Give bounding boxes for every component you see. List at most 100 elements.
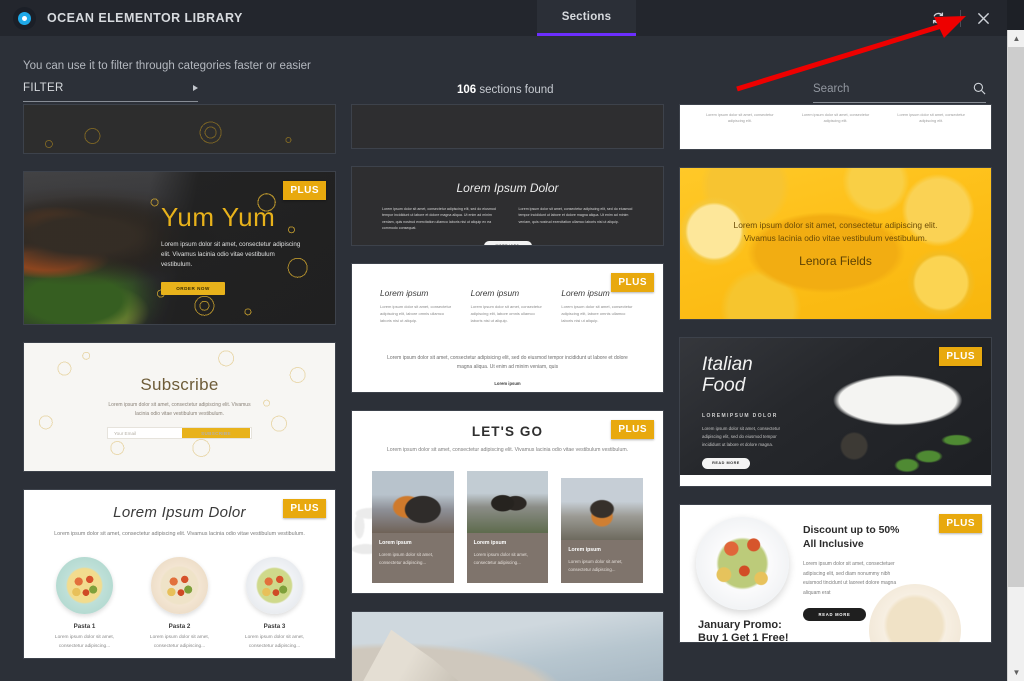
template-grid[interactable]: PLUS Yum Yum Lorem ipsum dolor sit amet,… — [0, 104, 1010, 681]
pasta-name: Pasta 3 — [263, 623, 286, 631]
author-name: Lenora Fields — [799, 253, 872, 268]
scroll-up-button[interactable]: ▲ — [1008, 30, 1024, 47]
letsgo-item: Lorem ipsum Lorem ipsum dolor sit amet, … — [466, 471, 549, 583]
brand-title: OCEAN ELEMENTOR LIBRARY — [47, 11, 243, 25]
search-box[interactable] — [813, 82, 986, 103]
letsgo-item: Lorem ipsum Lorem ipsum dolor sit amet, … — [561, 478, 644, 583]
card-paragraph: Lorem ipsum dolor sit amet, consectetur … — [702, 425, 781, 447]
pasta-desc: Lorem ipsum dolor sit amet, consectetur … — [54, 635, 115, 649]
pasta-item: Pasta 1 Lorem ipsum dolor sit amet, cons… — [42, 557, 127, 650]
item-text: Lorem ipsum dolor sit amet, consectetur … — [380, 304, 452, 323]
card-subheading: LOREMIPSUM DOLOR — [702, 412, 778, 419]
plus-badge: PLUS — [611, 273, 654, 292]
card-paragraph: Lorem ipsum dolor sit amet, consectetur … — [386, 447, 629, 453]
bottom-strip — [680, 475, 991, 486]
partial-text: Lorem ipsum dolor sit amet, consectetur … — [801, 113, 870, 124]
card-heading: Discount up to 50% All Inclusive — [803, 525, 900, 551]
plus-badge: PLUS — [283, 181, 326, 200]
scrollbar-top-gap — [1007, 0, 1024, 30]
card-paragraph-a: Lorem ipsum dolor sit amet, consectetur … — [382, 207, 496, 231]
window-title-bar: OCEAN ELEMENTOR LIBRARY Sections — [0, 0, 1010, 36]
tab-sections[interactable]: Sections — [537, 0, 636, 36]
item-heading: Lorem ipsum — [470, 288, 520, 298]
pasta-item: Pasta 3 Lorem ipsum dolor sit amet, cons… — [232, 557, 317, 650]
item-desc: Lorem ipsum dolor sit amet, consectetur … — [473, 552, 528, 566]
chevron-down-icon: ▼ — [1012, 667, 1021, 677]
hiker-photo — [372, 471, 454, 534]
filter-label: FILTER — [23, 82, 64, 94]
card-paragraph: Lorem ipsum dolor sit amet, consectetur … — [161, 241, 301, 269]
plus-badge: PLUS — [939, 347, 982, 366]
letsgo-item: Lorem ipsum Lorem ipsum dolor sit amet, … — [372, 471, 454, 583]
divider — [960, 9, 961, 27]
card-heading: Lorem Ipsum Dolor — [113, 504, 246, 521]
scrollbar-thumb[interactable] — [1008, 47, 1024, 587]
template-card-dark-lorem[interactable]: Lorem Ipsum Dolor Lorem ipsum dolor sit … — [351, 166, 664, 246]
item-title: Lorem ipsum — [473, 540, 507, 547]
refresh-sync-icon[interactable] — [921, 0, 955, 36]
pasta-desc: Lorem ipsum dolor sit amet, consectetur … — [149, 635, 210, 649]
item-title: Lorem ipsum — [568, 547, 601, 554]
scroll-down-button[interactable]: ▼ — [1008, 664, 1024, 681]
dish-image — [56, 557, 113, 615]
promo-line1: January Promo: — [698, 618, 782, 631]
subscribe-button: SUBSCRIBE — [182, 428, 250, 438]
search-input[interactable] — [813, 82, 953, 95]
three-col-item: Lorem ipsum Lorem ipsum dolor sit amet, … — [561, 288, 635, 324]
plus-badge: PLUS — [611, 420, 654, 439]
template-card-lenora-fields[interactable]: Lorem ipsum dolor sit amet, consectetur … — [679, 167, 992, 320]
template-card-pasta[interactable]: PLUS Lorem Ipsum Dolor Lorem ipsum dolor… — [23, 489, 336, 659]
email-form: Your Email SUBSCRIBE — [107, 427, 252, 439]
partial-text: Lorem ipsum dolor sit amet, consectetur … — [897, 113, 965, 124]
dish-image — [696, 517, 789, 610]
hiker-photo — [561, 478, 644, 541]
dish-image — [246, 557, 303, 615]
hiker-photo — [466, 471, 549, 534]
filter-dropdown[interactable]: FILTER — [23, 82, 198, 102]
template-card-lets-go[interactable]: PLUS LET'S GO Lorem ipsum dolor sit amet… — [351, 410, 664, 594]
pasta-name: Pasta 1 — [73, 623, 96, 631]
partial-text: Lorem ipsum dolor sit amet, consectetur … — [706, 113, 774, 124]
read-more-button: READ MORE — [702, 457, 750, 469]
card-heading: Subscribe — [140, 375, 219, 394]
brand: OCEAN ELEMENTOR LIBRARY — [0, 0, 243, 36]
results-count: 106 sections found — [457, 84, 554, 96]
card-cta-button: ORDER NOW — [161, 281, 225, 295]
item-desc: Lorem ipsum dolor sit amet, consectetur … — [379, 552, 434, 566]
grid-column-2: Lorem Ipsum Dolor Lorem ipsum dolor sit … — [351, 104, 664, 681]
template-card-yum-yum[interactable]: PLUS Yum Yum Lorem ipsum dolor sit amet,… — [23, 171, 336, 325]
template-card-discount[interactable]: PLUS Discount up to 50% All Inclusive Lo… — [679, 504, 992, 643]
template-card-doodle-partial[interactable] — [23, 104, 336, 154]
template-card-italian-food[interactable]: PLUS Italian Food LOREMIPSUM DOLOR Lorem… — [679, 337, 992, 487]
template-card-blank-partial[interactable] — [351, 104, 664, 149]
grid-column-3: Lorem ipsum dolor sit amet, consectetur … — [679, 104, 992, 660]
promo-line2: Buy 1 Get 1 Free! — [698, 632, 789, 642]
card-footer-text: Lorem ipsum dolor sit amet, consectetur … — [387, 355, 628, 370]
vertical-scrollbar[interactable]: ▲ ▼ — [1007, 30, 1024, 681]
filter-bar: You can use it to filter through categor… — [0, 36, 1010, 104]
item-desc: Lorem ipsum dolor sit amet, consectetur … — [568, 559, 623, 573]
pasta-item: Pasta 2 Lorem ipsum dolor sit amet, cons… — [137, 557, 222, 650]
card-paragraph: Lorem ipsum dolor sit amet, consectetur … — [108, 402, 251, 417]
chevron-up-icon: ▲ — [1012, 33, 1021, 43]
pasta-name: Pasta 2 — [168, 623, 191, 631]
card-paragraph: Lorem ipsum dolor sit amet, consectetur … — [54, 531, 305, 537]
window-actions — [921, 0, 1010, 36]
grid-column-1: PLUS Yum Yum Lorem ipsum dolor sit amet,… — [23, 104, 336, 676]
template-card-white-partial[interactable]: Lorem ipsum dolor sit amet, consectetur … — [679, 104, 992, 150]
plus-badge: PLUS — [939, 514, 982, 533]
template-card-subscribe[interactable]: Subscribe Lorem ipsum dolor sit amet, co… — [23, 342, 336, 472]
template-card-three-column[interactable]: PLUS Lorem ipsum Lorem ipsum dolor sit a… — [351, 263, 664, 393]
promo-text: January Promo: Buy 1 Get 1 Free! — [698, 619, 818, 643]
card-heading: Yum Yum — [161, 202, 276, 232]
close-x-icon[interactable] — [966, 0, 1000, 36]
more-info-button: MORE INFO — [483, 240, 532, 245]
card-paragraph-b: Lorem ipsum dolor sit amet, consectetur … — [518, 207, 633, 224]
template-card-mountain-partial[interactable] — [351, 611, 664, 681]
ocean-logo-icon — [13, 6, 36, 30]
plus-badge: PLUS — [283, 499, 326, 518]
three-col-item: Lorem ipsum Lorem ipsum dolor sit amet, … — [471, 288, 545, 324]
email-field-placeholder: Your Email — [114, 430, 137, 436]
results-count-number: 106 — [457, 84, 477, 96]
card-heading: Lorem Ipsum Dolor — [456, 181, 559, 195]
